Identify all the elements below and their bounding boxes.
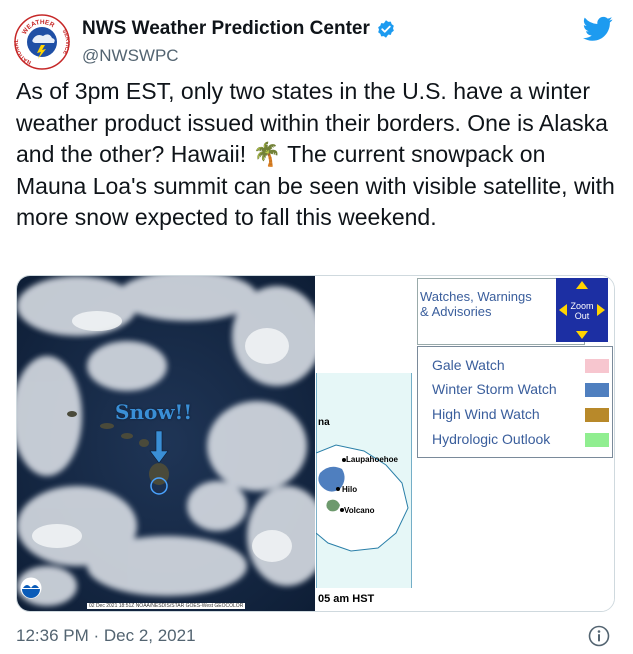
- place-label: Hilo: [342, 485, 357, 494]
- big-island-map: na Laupahoehoe Hilo Volcano: [316, 373, 412, 588]
- twitter-bird-icon[interactable]: [583, 16, 613, 42]
- place-label: Volcano: [344, 506, 375, 515]
- noaa-logo-icon: [20, 577, 42, 599]
- verified-badge-icon: [378, 20, 394, 38]
- legend-list: Gale Watch Winter Storm Watch High Wind …: [417, 346, 613, 458]
- account-name-row[interactable]: NWS Weather Prediction Center: [82, 18, 396, 40]
- place-label: Laupahoehoe: [346, 455, 399, 464]
- satellite-scene: [17, 276, 327, 611]
- tweet-text: As of 3pm EST, only two states in the U.…: [16, 78, 615, 230]
- legend-item-high-wind-watch[interactable]: High Wind Watch: [432, 404, 612, 426]
- legend-swatch: [585, 359, 609, 373]
- legend-swatch: [585, 433, 609, 447]
- satellite-credit: 02 Dec 2021 18:51Z NOAA/NESDIS/STAR GOES…: [87, 603, 246, 609]
- map-time: 05 am HST: [318, 593, 375, 605]
- legend-item-gale-watch[interactable]: Gale Watch: [432, 355, 612, 377]
- legend-item-hydrologic-outlook[interactable]: Hydrologic Outlook: [432, 429, 612, 451]
- zoom-label-line1: Zoom: [570, 301, 594, 311]
- legend-swatch: [585, 408, 609, 422]
- warnings-map[interactable]: Watches, Warnings & Advisories Zoom Out …: [316, 276, 614, 611]
- legend-swatch: [585, 383, 609, 397]
- zoom-label: Zoom Out: [556, 301, 608, 321]
- zoom-out-button[interactable]: Zoom Out: [556, 278, 608, 342]
- tweet-timestamp[interactable]: 12:36 PM · Dec 2, 2021: [16, 626, 196, 646]
- nws-logo-icon: WEATHER NATIONAL SERVICE: [14, 14, 70, 70]
- tweet-media[interactable]: Snow!! 02 Dec 2021 18:51Z NOAA/NESDIS/ST…: [16, 275, 615, 612]
- legend-item-label: High Wind Watch: [432, 406, 540, 422]
- account-handle[interactable]: @NWSWPC: [82, 46, 179, 66]
- place-label: na: [318, 417, 330, 428]
- legend-item-winter-storm-watch[interactable]: Winter Storm Watch: [432, 379, 612, 401]
- satellite-image[interactable]: Snow!! 02 Dec 2021 18:51Z NOAA/NESDIS/ST…: [17, 276, 327, 611]
- zoom-label-line2: Out: [574, 311, 590, 321]
- account-name[interactable]: NWS Weather Prediction Center: [82, 18, 370, 40]
- legend-title: Watches, Warnings & Advisories: [420, 289, 532, 319]
- avatar[interactable]: WEATHER NATIONAL SERVICE: [14, 14, 70, 70]
- legend-item-label: Hydrologic Outlook: [432, 431, 551, 447]
- snow-annotation: Snow!!: [115, 400, 193, 424]
- info-icon[interactable]: [588, 625, 610, 647]
- legend-item-label: Winter Storm Watch: [432, 381, 557, 397]
- legend-item-label: Gale Watch: [432, 357, 505, 373]
